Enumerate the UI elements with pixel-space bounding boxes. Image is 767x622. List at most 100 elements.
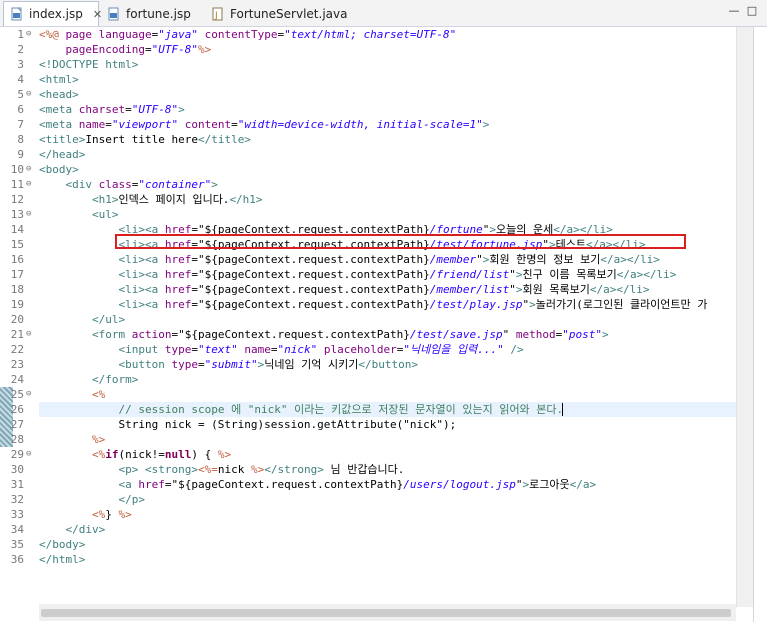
code-token: Insert title here: [85, 133, 198, 146]
text-cursor: [562, 403, 563, 416]
code-token: /member/list: [429, 283, 510, 296]
code-token: ="${pageContext.request.contextPath}: [171, 328, 410, 341]
code-token: // session scope 에 "nick" 이라는 키값으로 저장된 문…: [118, 403, 564, 416]
code-line: <!DOCTYPE html>: [39, 57, 138, 72]
fold-toggle-icon[interactable]: ⊖: [26, 87, 31, 102]
code-token: "post": [562, 328, 602, 341]
code-token: </button>: [358, 358, 419, 371]
minimize-icon[interactable]: —: [728, 5, 740, 17]
code-token: 로그아웃: [529, 478, 570, 491]
tab-index-jsp[interactable]: index.jsp ✕: [3, 1, 102, 26]
code-line: <%: [39, 387, 105, 402]
code-line: <html>: [39, 72, 79, 87]
code-line: <li><a href="${pageContext.request.conte…: [39, 297, 707, 312]
jsp-file-icon: [107, 7, 121, 21]
code-line: <div class="container">: [39, 177, 218, 192]
code-token: <ul>: [91, 208, 119, 221]
code-token: /test/play.jsp: [429, 298, 523, 311]
line-number: 3: [17, 58, 24, 71]
fold-toggle-icon[interactable]: ⊖: [26, 177, 31, 192]
code-line: <li><a href="${pageContext.request.conte…: [39, 282, 649, 297]
line-number: 1: [17, 28, 24, 41]
fold-toggle-icon[interactable]: ⊖: [26, 27, 31, 42]
code-token: <div: [65, 178, 99, 191]
code-token: >: [178, 103, 185, 116]
code-line: <body>: [39, 162, 79, 177]
code-area[interactable]: <%@ page language="java" contentType="te…: [39, 27, 736, 607]
code-line: </html>: [39, 552, 85, 567]
line-number: 33: [10, 508, 24, 521]
code-token: ": [515, 478, 523, 491]
code-token: </h1>: [229, 193, 263, 206]
code-line: </body>: [39, 537, 85, 552]
tab-label: fortune.jsp: [126, 6, 191, 21]
code-token: <form: [91, 328, 132, 341]
code-line: <meta charset="UTF-8">: [39, 102, 185, 117]
fold-toggle-icon[interactable]: ⊖: [26, 447, 31, 462]
code-token: <li><a: [118, 268, 165, 281]
code-token: <!DOCTYPE html>: [39, 58, 139, 71]
code-token: 님 반갑습니다.: [323, 463, 405, 476]
fold-toggle-icon[interactable]: ⊖: [26, 327, 31, 342]
fold-toggle-icon[interactable]: ⊖: [26, 162, 31, 177]
code-token: </title>: [197, 133, 251, 146]
code-token: <h1>: [91, 193, 119, 206]
line-number: 24: [10, 373, 24, 386]
scrollbar-thumb[interactable]: [41, 609, 731, 617]
line-number: 13: [10, 208, 24, 221]
code-line: <form action="${pageContext.request.cont…: [39, 327, 609, 342]
code-token: </head>: [39, 148, 86, 161]
code-token: method: [515, 328, 556, 341]
code-line: </div>: [39, 522, 106, 537]
code-token: </strong>: [264, 463, 324, 476]
code-token: >: [211, 178, 218, 191]
code-token: <input: [118, 343, 165, 356]
code-token: 닉네임 기억 시키기: [264, 358, 359, 371]
tab-fortune-servlet-java[interactable]: J FortuneServlet.java: [205, 2, 355, 25]
code-token: =: [125, 103, 132, 116]
code-token: ="${pageContext.request.contextPath}: [164, 478, 404, 491]
maximize-icon[interactable]: □: [746, 5, 758, 17]
code-token: if: [105, 448, 119, 461]
code-editor[interactable]: 1 ⊖ 2 3 4 5 ⊖ 6 7 8 9 10 ⊖ 11 ⊖ 12 13 ⊖ 14 15 16 17 18 19 20 21 ⊖ 2…: [0, 27, 767, 622]
tab-fortune-jsp[interactable]: fortune.jsp: [101, 2, 197, 25]
code-token: "width=device-width, initial-scale=1": [237, 118, 483, 131]
code-token: 친구 이름 목록보기: [522, 268, 617, 281]
vertical-scrollbar[interactable]: [736, 27, 754, 607]
line-number: 23: [10, 358, 24, 371]
line-number: 20: [10, 313, 24, 326]
code-token: <li><a: [118, 298, 165, 311]
fold-toggle-icon[interactable]: ⊖: [26, 207, 31, 222]
code-token: %>: [250, 463, 265, 476]
code-token: </body>: [39, 538, 86, 551]
code-line: </p>: [39, 492, 145, 507]
line-number: 12: [10, 193, 24, 206]
code-line: <title>Insert title here</title>: [39, 132, 251, 147]
code-token: </p>: [118, 493, 145, 506]
code-token: %>: [217, 448, 232, 461]
horizontal-scrollbar[interactable]: [39, 604, 736, 621]
code-token: /friend/list: [429, 268, 510, 281]
line-number: 15: [10, 238, 24, 251]
code-line: <li><a href="${pageContext.request.conte…: [39, 267, 676, 282]
code-token: </ul>: [91, 313, 126, 326]
code-token: class: [98, 178, 132, 191]
fold-toggle-icon[interactable]: ⊖: [26, 387, 31, 402]
code-token: action: [131, 328, 172, 341]
code-token: <button: [118, 358, 172, 371]
code-token: "submit": [204, 358, 258, 371]
code-token: "text": [197, 343, 238, 356]
code-token: </a></li>: [600, 253, 660, 266]
line-number: 31: [10, 478, 24, 491]
highlight-box: [115, 234, 686, 249]
